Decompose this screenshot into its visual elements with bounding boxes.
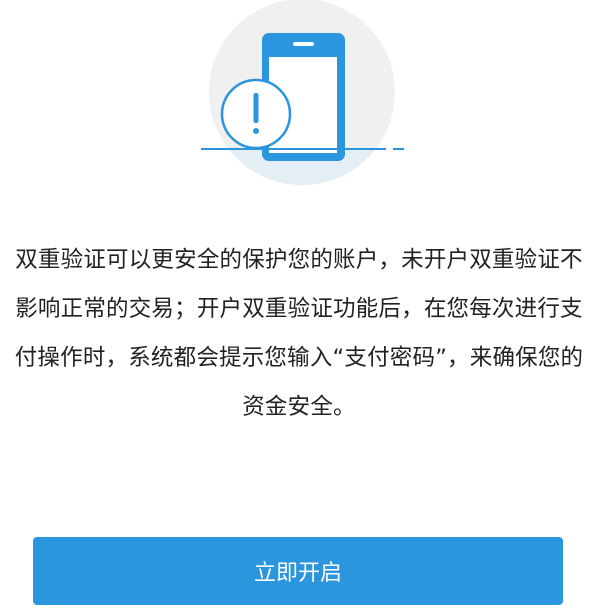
exclamation-icon <box>220 78 292 150</box>
enable-now-button[interactable]: 立即开启 <box>33 537 563 605</box>
two-factor-description: 双重验证可以更安全的保护您的账户，未开户双重验证不 影响正常的交易；开户双重验证… <box>0 236 598 432</box>
description-line: 影响正常的交易；开户双重验证功能后，在您每次进行支 <box>15 296 583 322</box>
two-factor-illustration <box>0 0 598 190</box>
illustration-svg <box>201 0 404 185</box>
description-line: 资金安全。 <box>242 394 356 420</box>
description-line: 双重验证可以更安全的保护您的账户，未开户双重验证不 <box>15 247 583 273</box>
description-line: 付操作时，系统都会提示您输入“支付密码”，来确保您的 <box>14 345 584 371</box>
